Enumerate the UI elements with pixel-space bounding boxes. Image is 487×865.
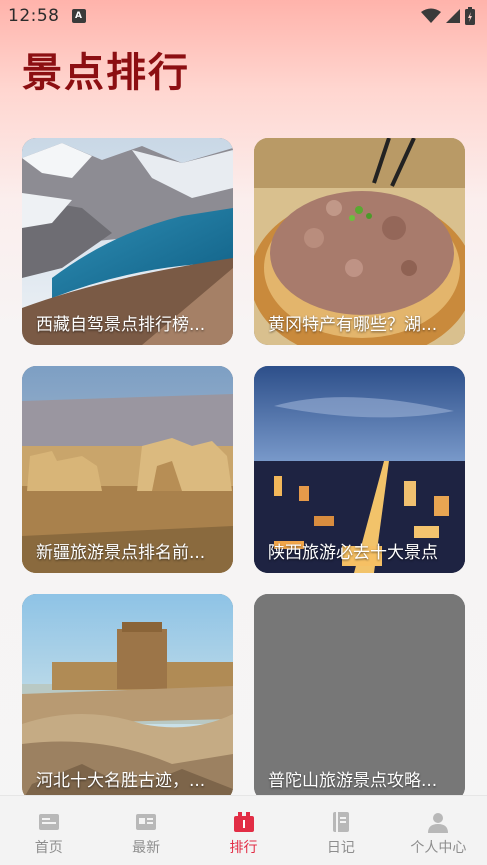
- card-title: 黄冈特产有哪些？湖...: [268, 315, 438, 335]
- ranking-card[interactable]: 普陀山旅游景点攻略...: [254, 594, 465, 801]
- card-title: 河北十大名胜古迹，...: [36, 771, 206, 791]
- tab-diary[interactable]: 日记: [292, 796, 389, 865]
- news-icon: [136, 814, 157, 830]
- card-title: 陕西旅游必去十大景点: [268, 543, 438, 563]
- ranking-icon: [233, 812, 254, 832]
- tab-latest[interactable]: 最新: [97, 796, 194, 865]
- bottom-tab-bar: 首页 最新 排行 日记 个人中心: [0, 795, 487, 865]
- ranking-card[interactable]: 陕西旅游必去十大景点: [254, 366, 465, 573]
- card-title: 西藏自驾景点排行榜...: [36, 315, 206, 335]
- signal-icon: [446, 9, 460, 23]
- tab-ranking[interactable]: 排行: [195, 796, 292, 865]
- tab-label: 最新: [132, 840, 161, 856]
- ranking-card[interactable]: 河北十大名胜古迹，...: [22, 594, 233, 801]
- tab-label: 个人中心: [410, 840, 467, 856]
- profile-icon: [428, 813, 449, 833]
- status-bar: 12:58 A: [0, 0, 487, 32]
- tab-label: 首页: [34, 840, 63, 856]
- battery-icon: [465, 7, 475, 25]
- ranking-card[interactable]: 新疆旅游景点排名前...: [22, 366, 233, 573]
- page-title: 景点排行: [22, 50, 190, 96]
- wifi-icon: [421, 8, 441, 23]
- ranking-card[interactable]: 黄冈特产有哪些？湖...: [254, 138, 465, 345]
- tab-label: 日记: [326, 840, 355, 856]
- tab-home[interactable]: 首页: [0, 796, 97, 865]
- notification-a-icon: A: [71, 9, 86, 23]
- status-time: 12:58: [8, 6, 60, 26]
- home-icon: [38, 814, 59, 830]
- tab-label: 排行: [229, 840, 258, 856]
- card-title: 普陀山旅游景点攻略...: [268, 771, 438, 791]
- ranking-card[interactable]: 西藏自驾景点排行榜...: [22, 138, 233, 345]
- card-title: 新疆旅游景点排名前...: [36, 543, 206, 563]
- diary-icon: [332, 812, 349, 832]
- ranking-grid: 西藏自驾景点排行榜... 黄冈特产有哪些？湖... 新疆旅游景点排名前... 陕…: [22, 138, 465, 801]
- tab-profile[interactable]: 个人中心: [390, 796, 487, 865]
